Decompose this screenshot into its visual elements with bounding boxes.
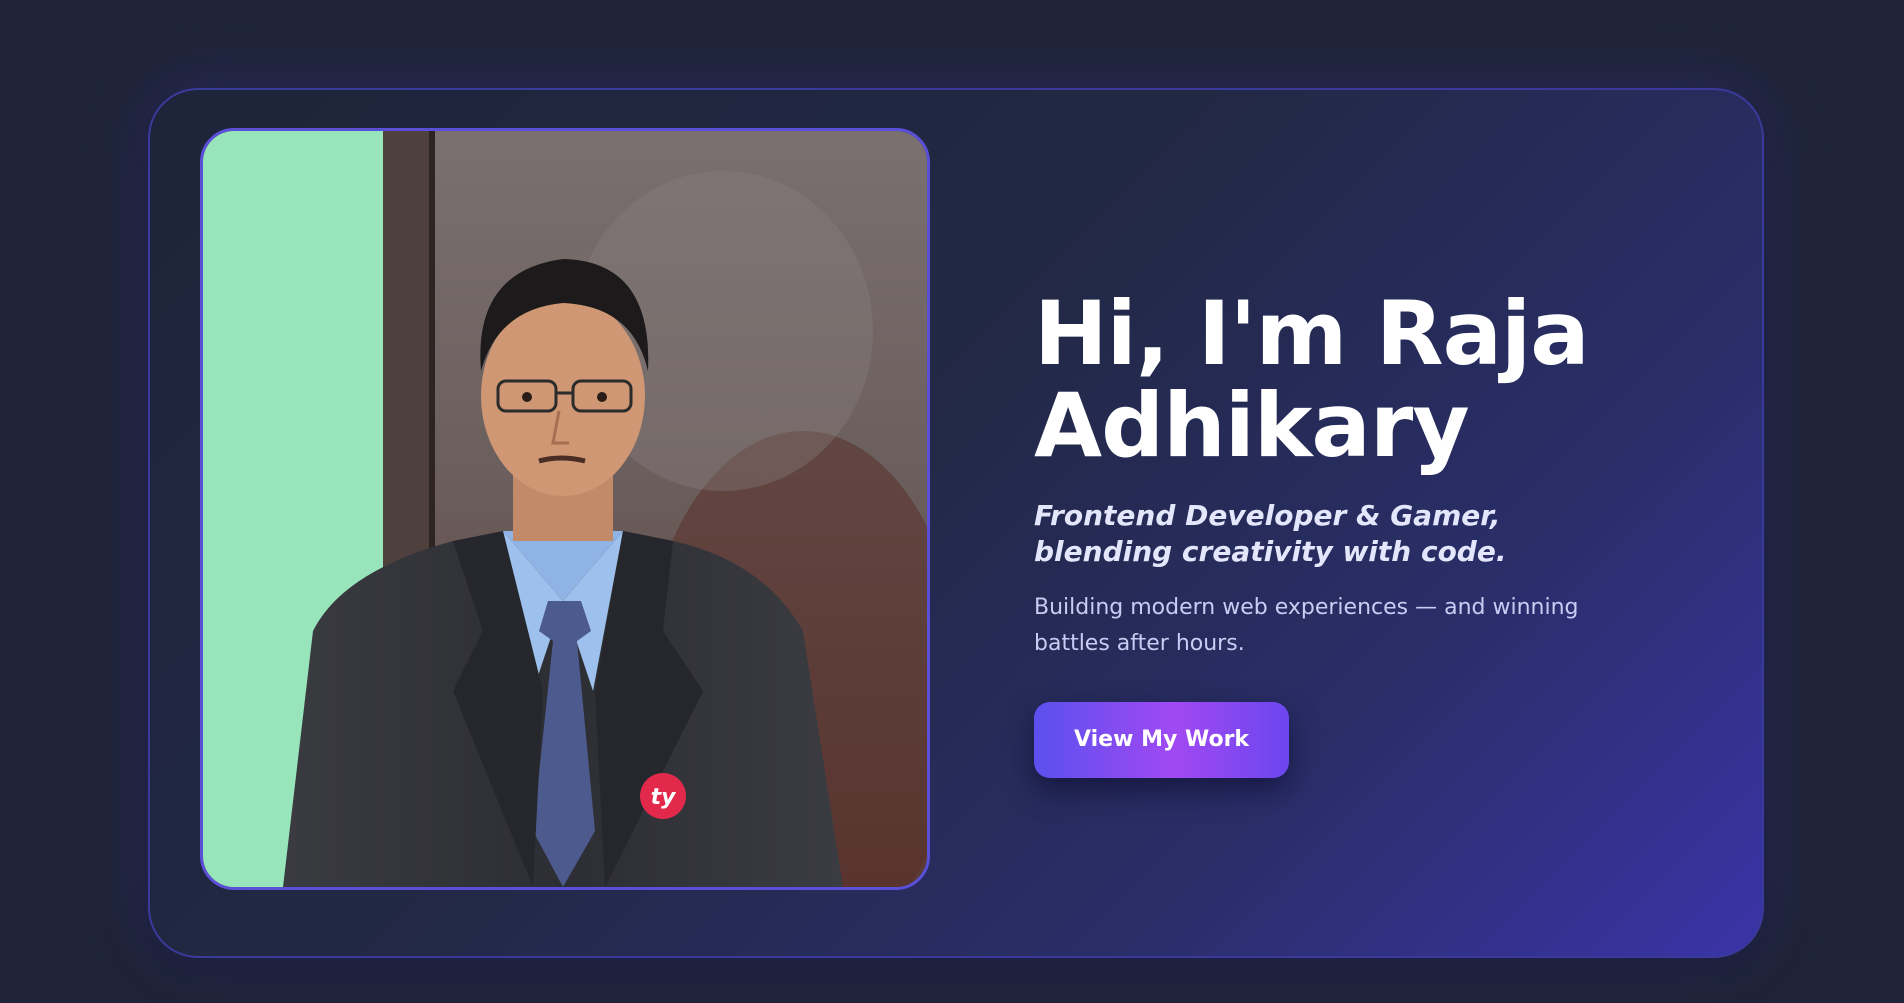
profile-photo: ty xyxy=(200,128,930,890)
hero-title-line2: Adhikary xyxy=(1034,374,1470,477)
hero-card: ty Hi, I'm Raja Adhikary Frontend Develo… xyxy=(148,88,1764,958)
hero-subtitle: Frontend Developer & Gamer, blending cre… xyxy=(1034,499,1507,568)
profile-photo-illustration: ty xyxy=(203,131,927,887)
hero-content: Hi, I'm Raja Adhikary Frontend Developer… xyxy=(1034,288,1674,778)
hero-description: Building modern web experiences — and wi… xyxy=(1034,595,1579,656)
hero-title: Hi, I'm Raja Adhikary xyxy=(1034,288,1674,472)
hero-title-line1: Hi, I'm Raja xyxy=(1034,282,1590,385)
photo-badge: ty xyxy=(651,785,678,810)
view-my-work-button[interactable]: View My Work xyxy=(1034,702,1290,778)
page: ty Hi, I'm Raja Adhikary Frontend Develo… xyxy=(0,0,1904,1003)
